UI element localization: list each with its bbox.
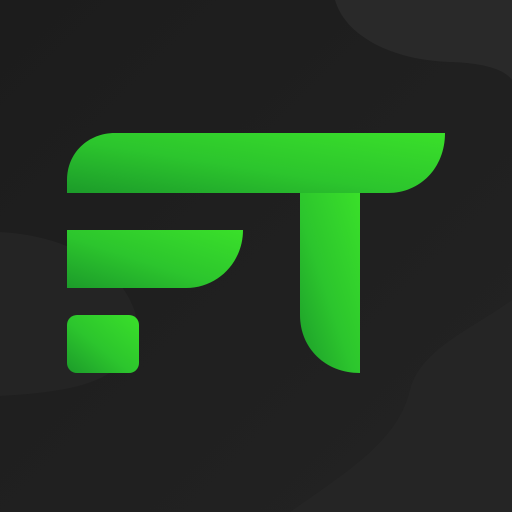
logo-t-stem <box>300 193 360 373</box>
logo-top-bar <box>67 133 445 193</box>
app-icon <box>0 0 512 512</box>
logo-f-bottom-block <box>67 315 139 373</box>
